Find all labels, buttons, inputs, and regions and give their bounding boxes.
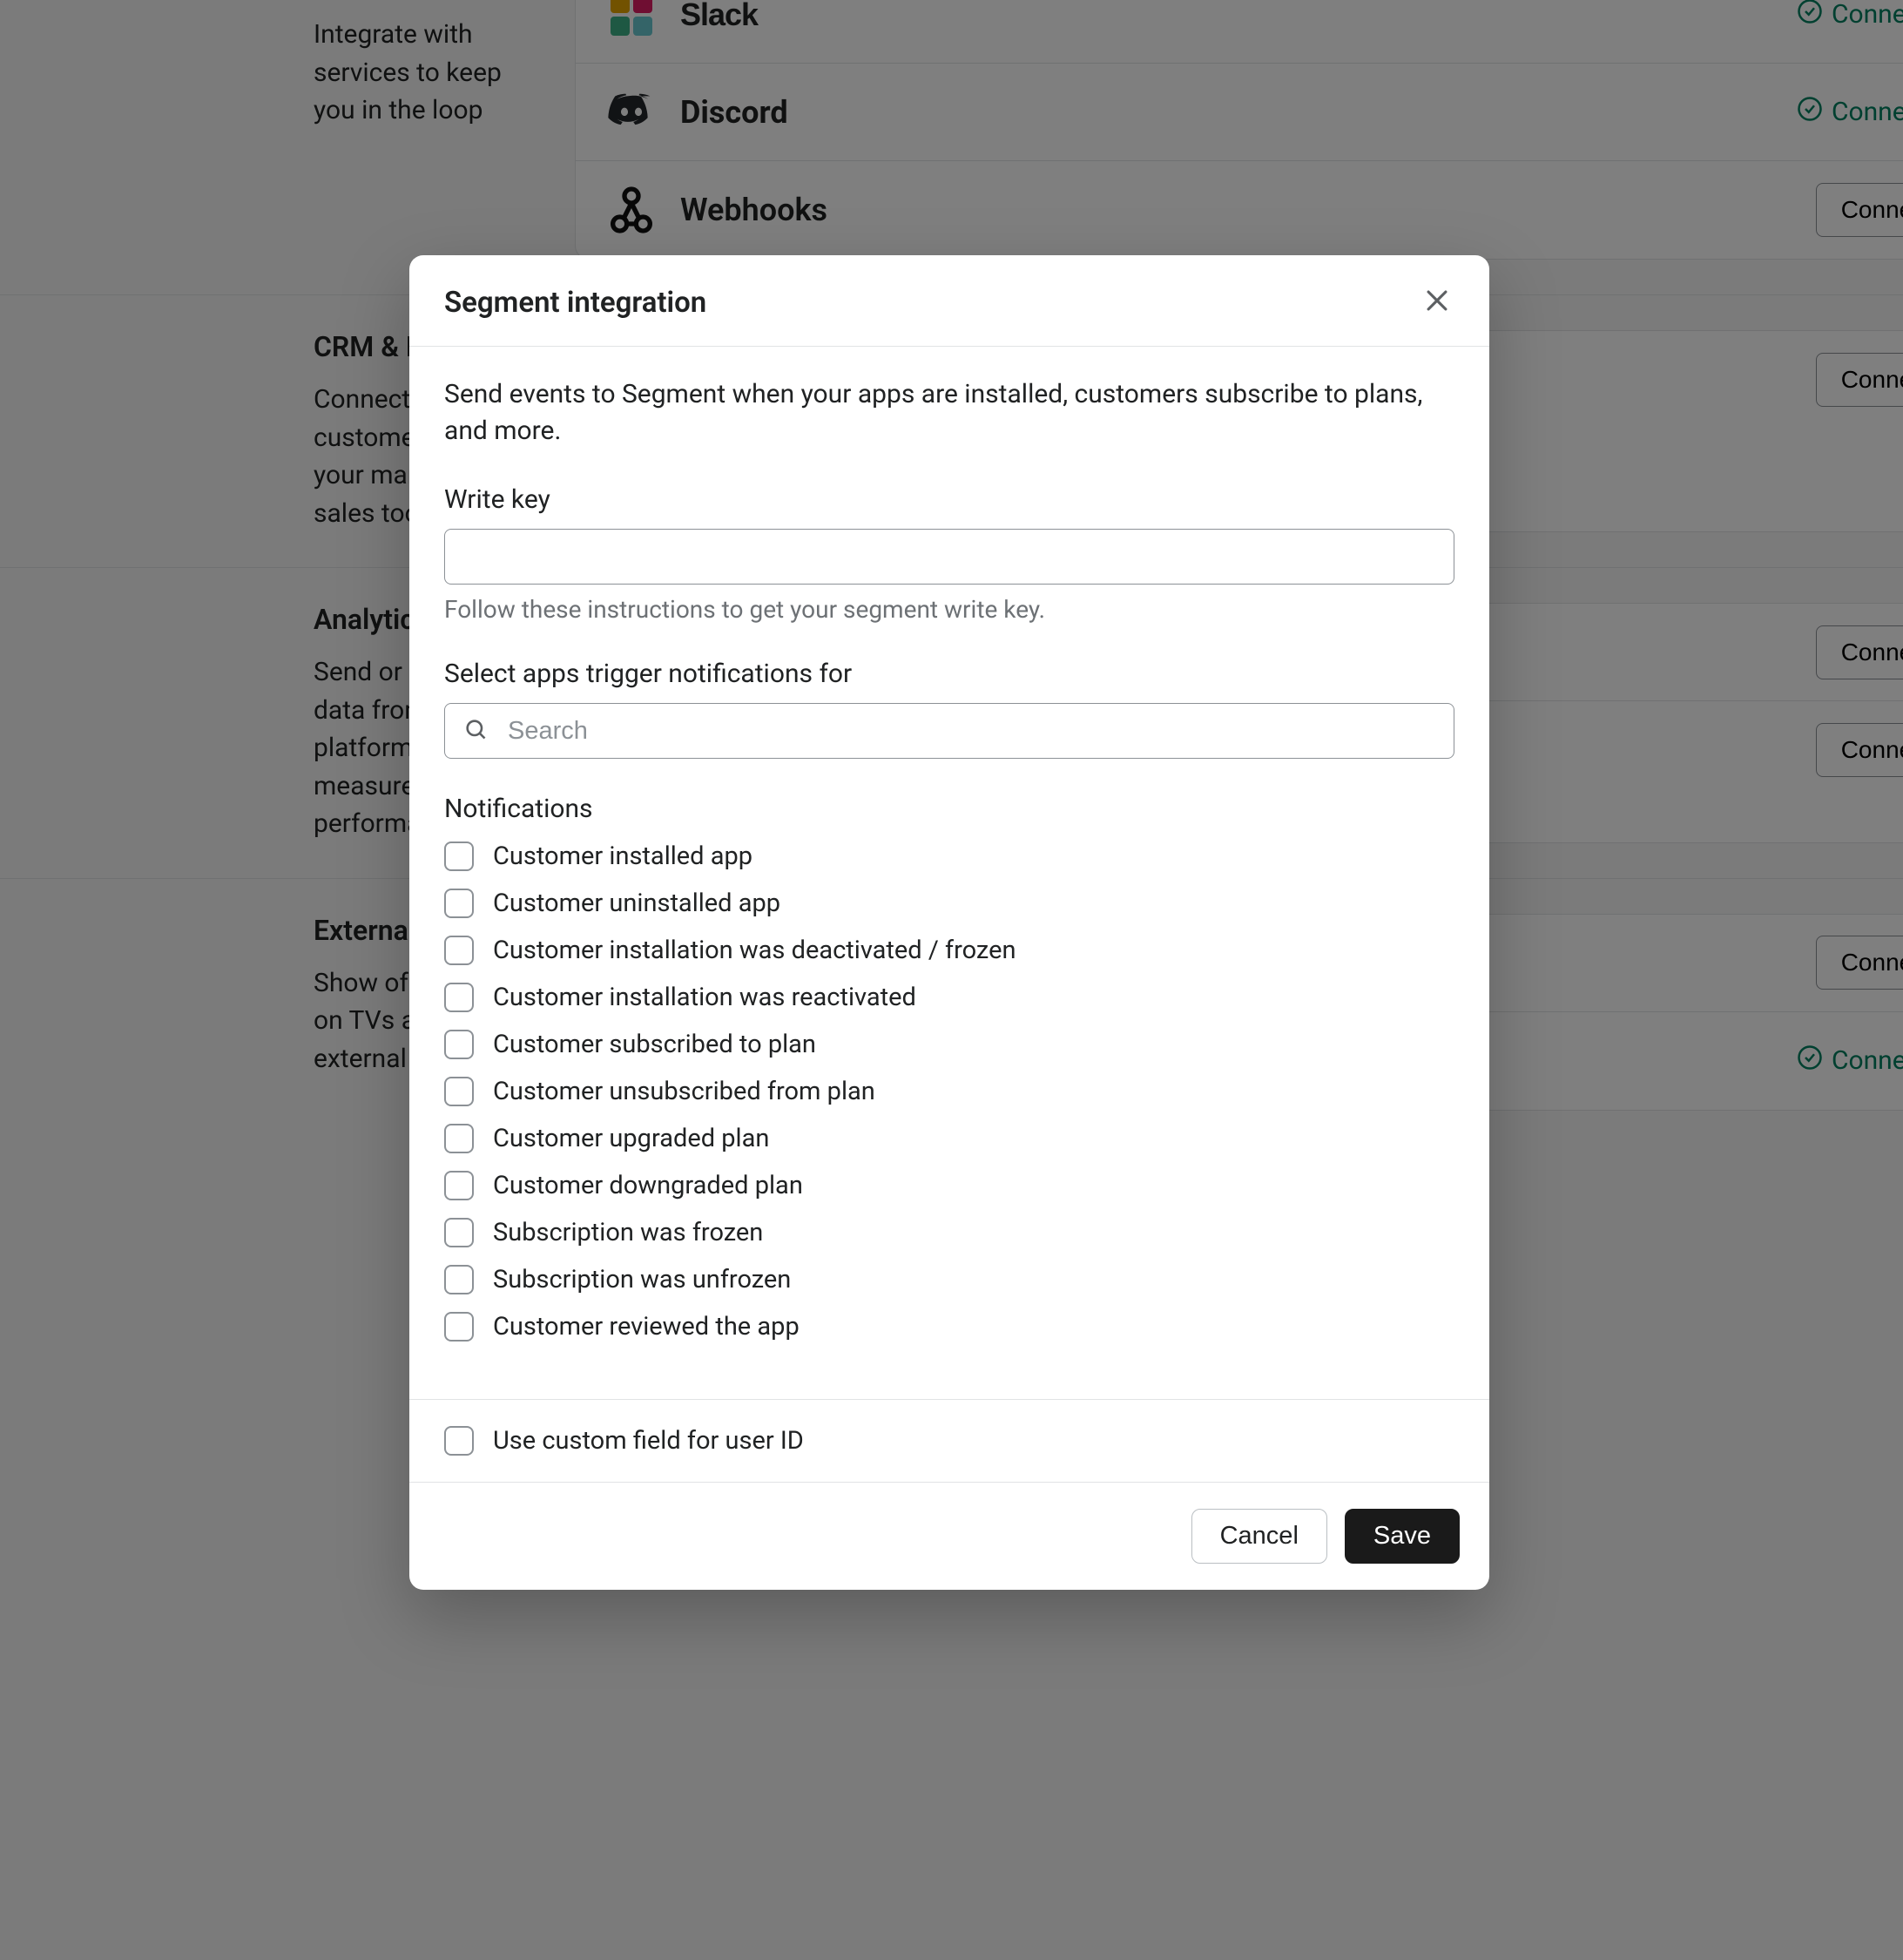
custom-field-option[interactable]: Use custom field for user ID <box>444 1426 1454 1456</box>
notification-option[interactable]: Customer installation was deactivated / … <box>444 936 1454 965</box>
checkbox[interactable] <box>444 889 474 918</box>
notification-option[interactable]: Customer downgraded plan <box>444 1171 1454 1200</box>
checkbox-label: Customer installed app <box>493 841 752 871</box>
select-apps-label: Select apps trigger notifications for <box>444 659 1454 689</box>
app-search-input[interactable] <box>444 703 1454 759</box>
checkbox[interactable] <box>444 936 474 965</box>
checkbox-label: Subscription was unfrozen <box>493 1265 791 1294</box>
checkbox-label: Customer downgraded plan <box>493 1171 803 1200</box>
notification-option[interactable]: Customer installation was reactivated <box>444 983 1454 1012</box>
checkbox-label: Customer installation was reactivated <box>493 983 916 1012</box>
checkbox-label: Customer upgraded plan <box>493 1124 769 1153</box>
checkbox-label: Subscription was frozen <box>493 1218 763 1247</box>
checkbox[interactable] <box>444 1077 474 1106</box>
close-button[interactable] <box>1420 285 1454 320</box>
write-key-help: Follow these instructions to get your se… <box>444 595 1454 624</box>
notification-option[interactable]: Customer installed app <box>444 841 1454 871</box>
modal-title: Segment integration <box>444 286 706 320</box>
notifications-heading: Notifications <box>444 794 1454 824</box>
checkbox[interactable] <box>444 1265 474 1294</box>
save-button[interactable]: Save <box>1345 1509 1460 1564</box>
checkbox[interactable] <box>444 1124 474 1153</box>
checkbox[interactable] <box>444 1426 474 1456</box>
checkbox-label: Use custom field for user ID <box>493 1426 804 1456</box>
checkbox[interactable] <box>444 841 474 871</box>
segment-integration-modal: Segment integration Send events to Segme… <box>409 255 1489 1590</box>
checkbox[interactable] <box>444 1218 474 1247</box>
notification-option[interactable]: Subscription was frozen <box>444 1218 1454 1247</box>
checkbox[interactable] <box>444 1171 474 1200</box>
modal-description: Send events to Segment when your apps ar… <box>444 376 1454 449</box>
search-icon <box>463 717 488 745</box>
checkbox-label: Customer uninstalled app <box>493 889 780 918</box>
cancel-button[interactable]: Cancel <box>1191 1509 1327 1564</box>
checkbox[interactable] <box>444 1030 474 1059</box>
notifications-checkbox-list: Customer installed app Customer uninstal… <box>444 841 1454 1342</box>
notification-option[interactable]: Customer uninstalled app <box>444 889 1454 918</box>
notification-option[interactable]: Customer subscribed to plan <box>444 1030 1454 1059</box>
write-key-label: Write key <box>444 484 1454 515</box>
notification-option[interactable]: Customer reviewed the app <box>444 1312 1454 1342</box>
checkbox[interactable] <box>444 983 474 1012</box>
notification-option[interactable]: Subscription was unfrozen <box>444 1265 1454 1294</box>
notification-option[interactable]: Customer unsubscribed from plan <box>444 1077 1454 1106</box>
write-key-input[interactable] <box>444 529 1454 585</box>
notification-option[interactable]: Customer upgraded plan <box>444 1124 1454 1153</box>
checkbox-label: Customer reviewed the app <box>493 1312 800 1342</box>
checkbox-label: Customer installation was deactivated / … <box>493 936 1016 965</box>
checkbox-label: Customer subscribed to plan <box>493 1030 816 1059</box>
checkbox-label: Customer unsubscribed from plan <box>493 1077 875 1106</box>
close-icon <box>1422 286 1452 319</box>
checkbox[interactable] <box>444 1312 474 1342</box>
